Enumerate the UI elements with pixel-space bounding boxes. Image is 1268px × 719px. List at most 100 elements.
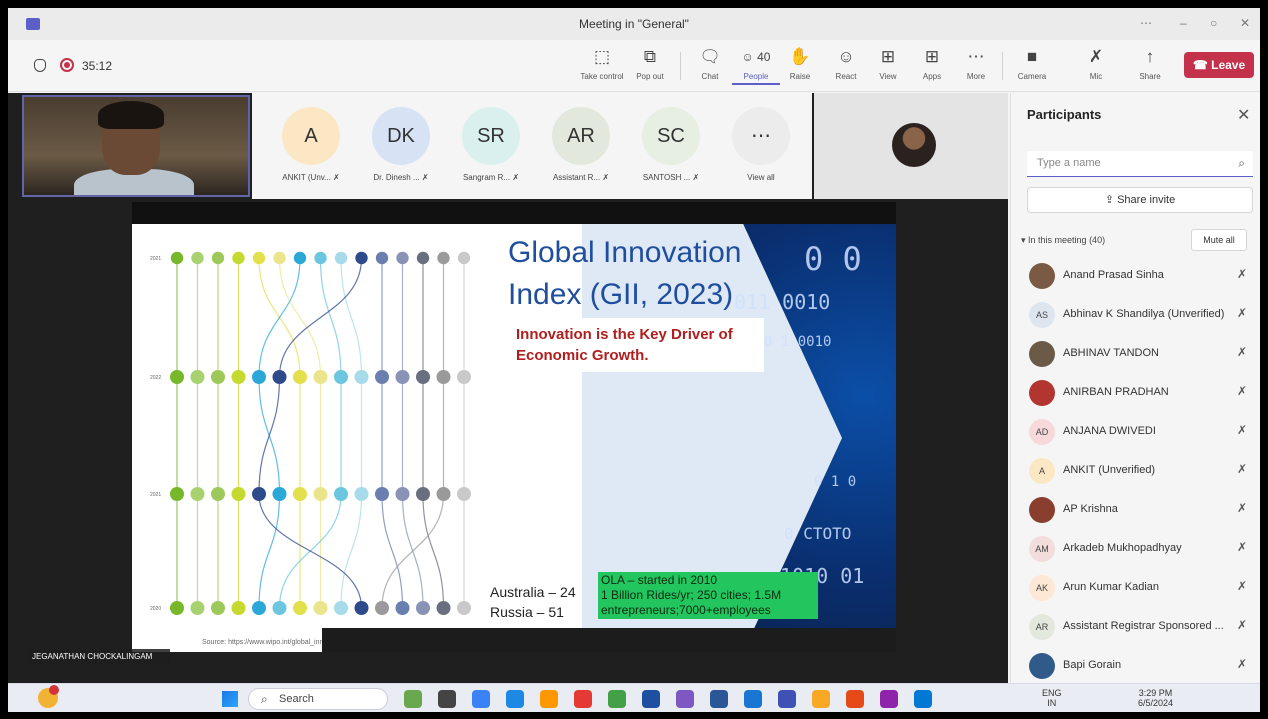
- close-panel-icon[interactable]: ✕: [1237, 105, 1250, 125]
- rank-dot: [457, 370, 471, 384]
- taskbar-app-icon[interactable]: [812, 690, 830, 708]
- rank-dot: [231, 601, 246, 615]
- apps-button[interactable]: ⊞ Apps: [908, 46, 956, 81]
- window-more-button[interactable]: ⋯: [1140, 16, 1152, 30]
- taskbar-app-icon[interactable]: [710, 690, 728, 708]
- meeting-stage: A ANKIT (Unv... ✗ DK Dr. Dinesh ... ✗ SR Sang…: [8, 93, 1008, 683]
- taskbar-app-icon[interactable]: [608, 690, 626, 708]
- participant-tile[interactable]: AR Assistant R... ✗: [538, 107, 624, 182]
- participant-row[interactable]: AK Arun Kumar Kadian ✗: [1029, 573, 1259, 603]
- participant-row[interactable]: AM Arkadeb Mukhopadhyay ✗: [1029, 534, 1259, 564]
- participant-tile[interactable]: DK Dr. Dinesh ... ✗: [358, 107, 444, 182]
- participant-name: ANKIT (Unv... ✗: [282, 173, 340, 182]
- participant-row[interactable]: ANIRBAN PRADHAN ✗: [1029, 378, 1259, 408]
- leave-button[interactable]: ☎ Leave: [1184, 52, 1254, 78]
- people-button[interactable]: ☺ 40 People: [732, 46, 780, 85]
- mic-off-icon: ✗: [1237, 306, 1248, 320]
- participant-row[interactable]: A ANKIT (Unverified) ✗: [1029, 456, 1259, 486]
- shared-screen-topbar: [132, 202, 896, 224]
- year-label: 2022: [150, 375, 161, 381]
- rank-dot: [252, 601, 266, 615]
- share-invite-button[interactable]: ⇪ Share invite: [1027, 187, 1253, 213]
- notification-icon[interactable]: [38, 685, 59, 708]
- participant-search-input[interactable]: Type a name ⌕: [1027, 151, 1253, 177]
- camera-button[interactable]: ■ Camera: [1008, 46, 1056, 81]
- taskbar-app-icon[interactable]: [778, 690, 796, 708]
- taskbar-app-icon[interactable]: [642, 690, 660, 708]
- maximize-button[interactable]: ○: [1210, 16, 1217, 30]
- taskbar-app-icon[interactable]: [540, 690, 558, 708]
- taskbar-app-icon[interactable]: [472, 690, 490, 708]
- taskbar-app-icon[interactable]: [914, 690, 932, 708]
- in-meeting-section[interactable]: ▾ In this meeting (40): [1021, 235, 1105, 246]
- participant-tile[interactable]: A ANKIT (Unv... ✗: [268, 107, 354, 182]
- bump-line: [401, 257, 424, 609]
- rank-dot: [293, 487, 307, 501]
- taskbar-app-icon[interactable]: [880, 690, 898, 708]
- close-window-button[interactable]: ✕: [1240, 16, 1250, 30]
- button-label: React: [835, 72, 857, 81]
- participant-name: ABHINAV TANDON: [1063, 347, 1159, 359]
- participant-row[interactable]: AD ANJANA DWIVEDI ✗: [1029, 417, 1259, 447]
- taskbar-app-icon[interactable]: [438, 690, 456, 708]
- rank-dot: [272, 370, 287, 384]
- rank-dot: [252, 370, 266, 384]
- rank-dot: [313, 601, 328, 615]
- raise-button[interactable]: ✋ Raise: [776, 46, 824, 81]
- rank-dot: [354, 370, 369, 384]
- rank-dot: [334, 370, 348, 384]
- start-button[interactable]: [222, 691, 238, 707]
- pop-out-button[interactable]: ⧉ Pop out: [626, 46, 674, 81]
- rank-dot: [396, 251, 409, 265]
- participant-photo: [892, 123, 936, 167]
- taskbar-app-icon[interactable]: [574, 690, 592, 708]
- react-button[interactable]: ☺ React: [822, 46, 870, 81]
- participant-row[interactable]: AR Assistant Registrar Sponsored ... ✗: [1029, 612, 1259, 642]
- taskbar-app-icon[interactable]: [744, 690, 762, 708]
- avatar: DK: [372, 107, 430, 165]
- taskbar-app-icon[interactable]: [404, 690, 422, 708]
- pop-out-icon: ⧉: [643, 47, 657, 66]
- mute-all-button[interactable]: Mute all: [1191, 229, 1247, 251]
- taskbar-app-icon[interactable]: [846, 690, 864, 708]
- taskbar-search-label: Search: [279, 693, 314, 705]
- rank-dot: [190, 601, 205, 615]
- lang-line: ENG: [1042, 688, 1062, 698]
- rank-dot: [436, 370, 451, 384]
- mic-off-icon: ✗: [1237, 501, 1248, 515]
- chat-button[interactable]: 🗨 Chat: [686, 46, 734, 81]
- participant-row[interactable]: Anand Prasad Sinha ✗: [1029, 261, 1259, 291]
- button-label: More: [966, 72, 986, 81]
- language-indicator[interactable]: ENG IN: [1042, 688, 1062, 708]
- spotlight-video-tile[interactable]: [814, 93, 1008, 199]
- taskbar-app-icon[interactable]: [676, 690, 694, 708]
- mic-off-icon: ✗: [1237, 462, 1248, 476]
- lang-line: IN: [1047, 698, 1057, 708]
- more-button[interactable]: ⋯ More: [952, 46, 1000, 81]
- participant-tile[interactable]: ⋯ View all: [718, 107, 804, 182]
- mic-button[interactable]: ✗ Mic: [1072, 46, 1120, 81]
- participant-tile[interactable]: SC SANTOSH ... ✗: [628, 107, 714, 182]
- rank-dot: [416, 251, 430, 265]
- take-control-button[interactable]: ⬚ Take control: [578, 46, 626, 81]
- ola-note: OLA – started in 2010 1 Billion Rides/yr…: [598, 572, 818, 619]
- taskbar-search[interactable]: ⌕ Search: [248, 688, 388, 710]
- participant-row[interactable]: AP Krishna ✗: [1029, 495, 1259, 525]
- clock[interactable]: 3:29 PM 6/5/2024: [1138, 688, 1173, 708]
- share-button[interactable]: ↑ Share: [1126, 46, 1174, 81]
- participant-tile[interactable]: SR Sangram R... ✗: [448, 107, 534, 182]
- participant-row[interactable]: AS Abhinav K Shandilya (Unverified) ✗: [1029, 300, 1259, 330]
- participant-row[interactable]: Bapi Gorain ✗: [1029, 651, 1259, 681]
- rank-dot: [375, 487, 389, 501]
- view-button[interactable]: ⊞ View: [864, 46, 912, 81]
- participant-name: Assistant R... ✗: [552, 173, 610, 182]
- taskbar-app-icon[interactable]: [506, 690, 524, 708]
- slide-subtitle: Innovation is the Key Driver of Economic…: [508, 318, 764, 372]
- avatar: AR: [552, 107, 610, 165]
- rank-dot: [191, 251, 204, 265]
- minimize-button[interactable]: –: [1180, 16, 1187, 30]
- participant-row[interactable]: ABHINAV TANDON ✗: [1029, 339, 1259, 369]
- participant-gallery: A ANKIT (Unv... ✗ DK Dr. Dinesh ... ✗ SR Sang…: [252, 93, 812, 199]
- self-video-tile[interactable]: [22, 95, 250, 197]
- rank-dot: [354, 601, 369, 615]
